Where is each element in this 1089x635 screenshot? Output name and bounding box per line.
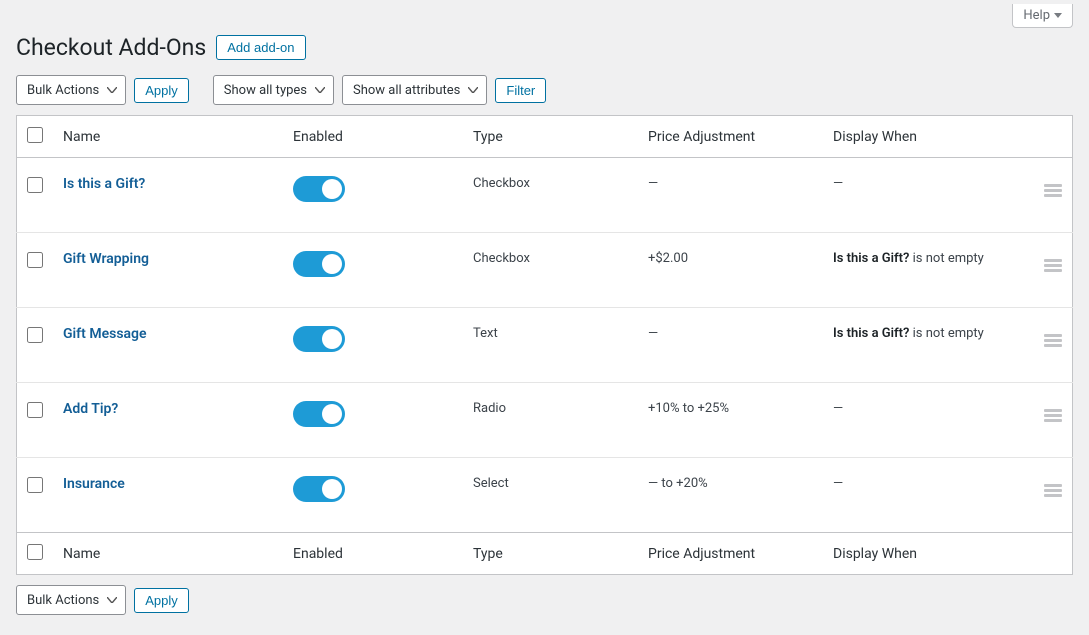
row-title-link[interactable]: Gift Message — [63, 326, 147, 342]
row-price: — — [638, 158, 823, 233]
condition-rest: is not empty — [909, 326, 983, 341]
col-header-display[interactable]: Display When — [823, 116, 1023, 158]
select-all-checkbox-top[interactable] — [27, 127, 43, 143]
row-display-when: — — [823, 383, 1023, 458]
row-checkbox[interactable] — [27, 327, 43, 343]
col-footer-type: Type — [463, 533, 638, 575]
table-row: Insurance Select— to +20% — — [17, 458, 1073, 533]
row-display-when: — — [823, 158, 1023, 233]
drag-handle-icon[interactable] — [1044, 330, 1062, 347]
table-row: Add Tip? Radio+10% to +25% — — [17, 383, 1073, 458]
chevron-down-icon — [1054, 13, 1062, 19]
chevron-down-icon — [315, 87, 325, 93]
col-header-type[interactable]: Type — [463, 116, 638, 158]
type-filter-label: Show all types — [224, 83, 307, 98]
row-checkbox[interactable] — [27, 252, 43, 268]
table-row: Is this a Gift?Checkbox—— — [17, 158, 1073, 233]
row-display-when: Is this a Gift? is not empty — [823, 233, 1023, 308]
enabled-toggle[interactable] — [293, 326, 345, 352]
condition-rest: is not empty — [909, 251, 983, 266]
page-title: Checkout Add-Ons — [16, 34, 206, 61]
row-type: Radio — [463, 383, 638, 458]
col-footer-display: Display When — [823, 533, 1023, 575]
row-title-link[interactable]: Add Tip? — [63, 401, 118, 417]
chevron-down-icon — [107, 87, 117, 93]
type-filter-select[interactable]: Show all types — [213, 75, 334, 105]
row-checkbox[interactable] — [27, 177, 43, 193]
row-price: +10% to +25% — [638, 383, 823, 458]
condition-empty: — — [833, 176, 843, 191]
row-type: Text — [463, 308, 638, 383]
col-header-enabled[interactable]: Enabled — [283, 116, 463, 158]
col-footer-price: Price Adjustment — [638, 533, 823, 575]
filter-button[interactable]: Filter — [495, 78, 546, 103]
bulk-actions-label-bottom: Bulk Actions — [27, 593, 99, 608]
apply-button-bottom[interactable]: Apply — [134, 588, 189, 613]
table-row: Gift MessageText—Is this a Gift? is not … — [17, 308, 1073, 383]
row-display-when: — — [823, 458, 1023, 533]
col-header-price[interactable]: Price Adjustment — [638, 116, 823, 158]
bulk-actions-select-bottom[interactable]: Bulk Actions — [16, 585, 126, 615]
table-row: Gift WrappingCheckbox+$2.00Is this a Gif… — [17, 233, 1073, 308]
drag-handle-icon[interactable] — [1044, 180, 1062, 197]
condition-empty: — — [833, 401, 843, 416]
condition-field-name: Is this a Gift? — [833, 326, 909, 341]
row-checkbox[interactable] — [27, 402, 43, 418]
enabled-toggle[interactable] — [293, 251, 345, 277]
row-title-link[interactable]: Gift Wrapping — [63, 251, 149, 267]
row-type: Checkbox — [463, 158, 638, 233]
attribute-filter-select[interactable]: Show all attributes — [342, 75, 487, 105]
help-tab[interactable]: Help — [1012, 4, 1073, 28]
row-title-link[interactable]: Is this a Gift? — [63, 176, 145, 192]
bulk-actions-label: Bulk Actions — [27, 83, 99, 98]
col-footer-name: Name — [53, 533, 283, 575]
condition-empty: — — [833, 476, 843, 491]
bulk-actions-select[interactable]: Bulk Actions — [16, 75, 126, 105]
row-type: Select — [463, 458, 638, 533]
enabled-toggle[interactable] — [293, 176, 345, 202]
chevron-down-icon — [468, 87, 478, 93]
help-tab-label: Help — [1023, 8, 1050, 23]
drag-handle-icon[interactable] — [1044, 255, 1062, 272]
enabled-toggle[interactable] — [293, 476, 345, 502]
row-price: +$2.00 — [638, 233, 823, 308]
row-title-link[interactable]: Insurance — [63, 476, 125, 492]
row-type: Checkbox — [463, 233, 638, 308]
enabled-toggle[interactable] — [293, 401, 345, 427]
col-header-name[interactable]: Name — [53, 116, 283, 158]
addons-table: Name Enabled Type Price Adjustment Displ… — [16, 115, 1073, 575]
add-addon-button[interactable]: Add add-on — [216, 35, 305, 60]
row-checkbox[interactable] — [27, 477, 43, 493]
condition-field-name: Is this a Gift? — [833, 251, 909, 266]
select-all-checkbox-bottom[interactable] — [27, 544, 43, 560]
chevron-down-icon — [107, 597, 117, 603]
col-footer-enabled: Enabled — [283, 533, 463, 575]
row-display-when: Is this a Gift? is not empty — [823, 308, 1023, 383]
row-price: — — [638, 308, 823, 383]
apply-button-top[interactable]: Apply — [134, 78, 189, 103]
drag-handle-icon[interactable] — [1044, 405, 1062, 422]
row-price: — to +20% — [638, 458, 823, 533]
drag-handle-icon[interactable] — [1044, 480, 1062, 497]
attribute-filter-label: Show all attributes — [353, 83, 460, 98]
